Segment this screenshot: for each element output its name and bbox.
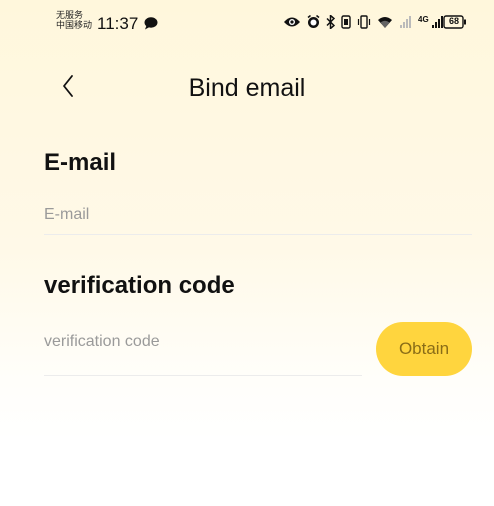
bluetooth-icon (326, 15, 335, 29)
system-icons: 4G (283, 15, 444, 29)
status-bar: 无服务 中国移动 11:37 4G 68 (0, 0, 494, 44)
alarm-icon (307, 15, 320, 28)
nfc-icon (341, 15, 351, 29)
battery-level: 68 (448, 16, 459, 26)
email-label: E-mail (44, 149, 117, 176)
verification-code-label: verification code (44, 272, 235, 299)
signal-icon (400, 15, 411, 28)
carrier-status: 无服务 (56, 10, 84, 20)
wifi-icon (378, 16, 392, 28)
eye-icon (284, 17, 300, 27)
obtain-code-button[interactable]: Obtain (376, 322, 472, 376)
signal-strong-icon (431, 15, 443, 28)
carrier-name: 中国移动 (56, 20, 93, 30)
verification-code-field[interactable] (44, 331, 354, 353)
email-field[interactable] (44, 204, 464, 226)
status-time: 11:37 (97, 14, 139, 33)
verification-code-divider (44, 375, 362, 376)
vibrate-icon (357, 15, 371, 29)
email-divider (44, 234, 472, 235)
network-type-label: 4G (418, 14, 429, 24)
carrier-info: 无服务 中国移动 (56, 10, 96, 30)
page-title: Bind email (188, 74, 306, 102)
chat-bubble-icon (144, 17, 158, 30)
